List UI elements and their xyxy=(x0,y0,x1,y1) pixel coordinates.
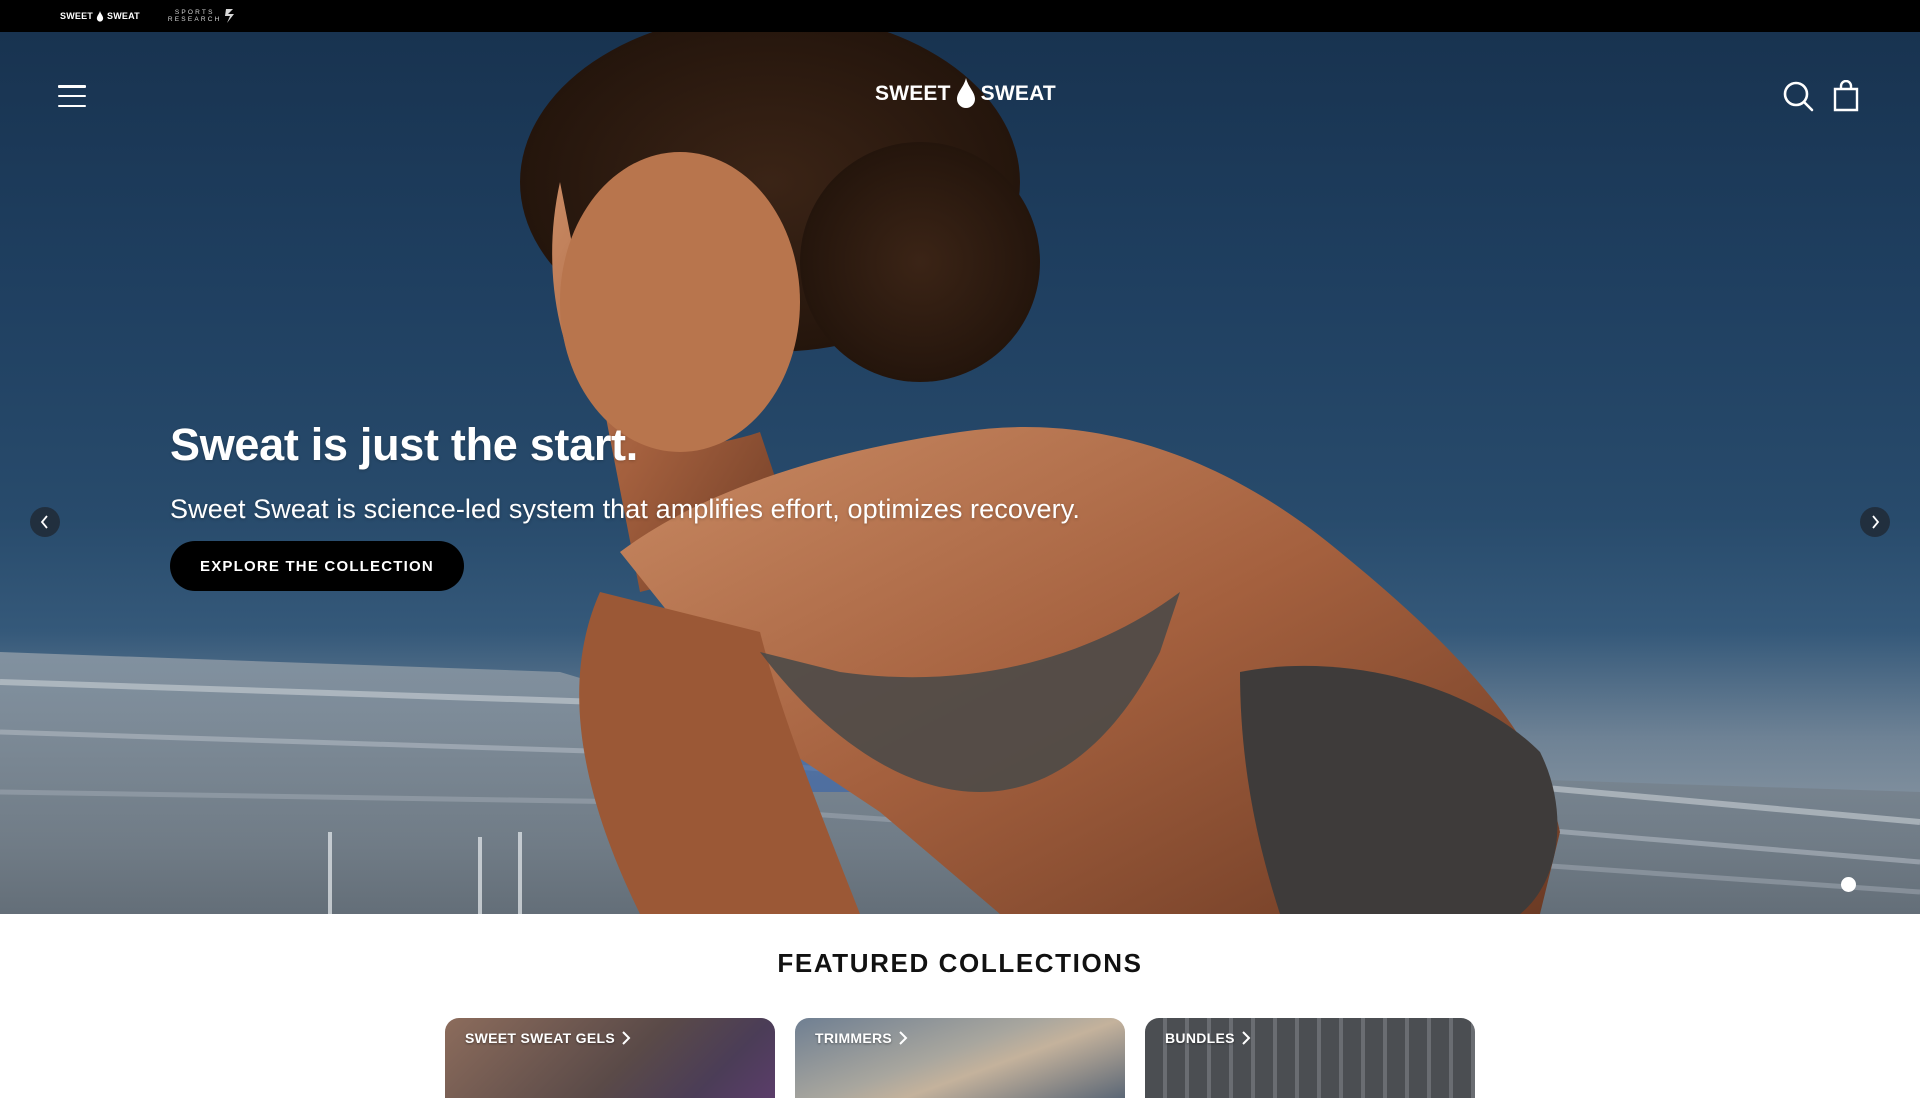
chevron-right-icon xyxy=(1242,1031,1251,1045)
explore-collection-button[interactable]: EXPLORE THE COLLECTION xyxy=(170,541,464,591)
chevron-left-icon xyxy=(40,515,48,529)
carousel-next-button[interactable] xyxy=(1860,507,1890,537)
hero-banner: SWEET SWEAT Sweat is just the start. Swe… xyxy=(0,32,1920,914)
logo-word-left: SWEET xyxy=(875,82,951,105)
hero-subtitle: Sweet Sweat is science-led system that a… xyxy=(170,494,1080,524)
menu-icon-bar xyxy=(58,104,86,107)
brand-switcher-bar: SWEET SWEAT SPORTS RESEARCH xyxy=(0,0,1920,32)
chevron-right-icon xyxy=(899,1031,908,1045)
sports-research-mark-icon xyxy=(224,9,234,23)
collection-card-bundles[interactable]: BUNDLES xyxy=(1145,1018,1475,1098)
brand-mini-right: SWEAT xyxy=(107,11,140,21)
partner-line-1: SPORTS xyxy=(174,8,215,16)
menu-icon-bar xyxy=(58,94,86,98)
chevron-right-icon xyxy=(1872,515,1880,529)
collection-card-label: TRIMMERS xyxy=(815,1030,893,1046)
carousel-dot-active[interactable] xyxy=(1841,877,1856,892)
droplet-icon xyxy=(956,78,975,108)
logo-word-right: SWEAT xyxy=(980,82,1056,105)
collection-card-label: BUNDLES xyxy=(1165,1030,1235,1046)
cart-icon[interactable] xyxy=(1832,80,1860,112)
droplet-icon xyxy=(96,10,104,22)
search-icon[interactable] xyxy=(1782,80,1814,112)
sweet-sweat-brand-link[interactable]: SWEET SWEAT xyxy=(60,10,140,22)
site-logo[interactable]: SWEET SWEAT xyxy=(875,78,1056,110)
hero-athlete-image xyxy=(0,32,1920,914)
featured-collections-heading: FEATURED COLLECTIONS xyxy=(777,948,1143,978)
collection-card-label: SWEET SWEAT GELS xyxy=(465,1030,615,1046)
collection-card-gels[interactable]: SWEET SWEAT GELS xyxy=(445,1018,775,1098)
brand-mini-left: SWEET xyxy=(60,11,94,21)
partner-line-2: RESEARCH xyxy=(167,16,222,23)
chevron-right-icon xyxy=(622,1031,631,1045)
sports-research-brand-link[interactable]: SPORTS RESEARCH xyxy=(168,8,236,24)
hero-title: Sweat is just the start. xyxy=(170,419,638,470)
menu-icon-bar xyxy=(58,85,86,88)
carousel-prev-button[interactable] xyxy=(30,507,60,537)
collection-card-trimmers[interactable]: TRIMMERS xyxy=(795,1018,1125,1098)
menu-button[interactable] xyxy=(58,82,90,110)
